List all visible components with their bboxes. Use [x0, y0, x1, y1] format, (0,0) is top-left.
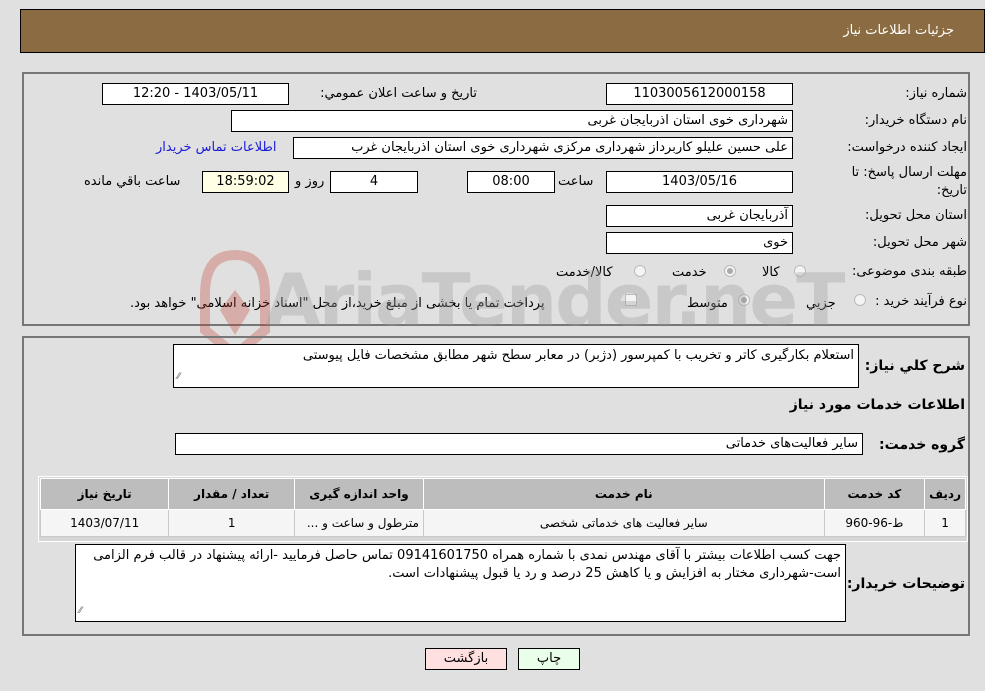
- deadline-time-field: 08:00: [467, 171, 555, 193]
- deadline-time-label: ساعت: [558, 174, 594, 189]
- cell-quantity: 1: [168, 509, 296, 537]
- category-label: طبقه بندی موضوعی:: [851, 264, 967, 279]
- announce-label: تاریخ و ساعت اعلان عمومي:: [320, 86, 477, 101]
- buyer-org-field: شهرداری خوی استان اذربایجان غربی: [231, 110, 793, 132]
- remaining-time-field: 18:59:02: [202, 171, 289, 193]
- resize-handle-icon[interactable]: ⁄⁄: [79, 602, 82, 620]
- back-button[interactable]: بازگشت: [425, 648, 507, 670]
- need-number-label: شماره نیاز:: [905, 86, 967, 101]
- buyer-notes-textarea[interactable]: جهت کسب اطلاعات بیشتر با آقای مهندس نمدی…: [75, 544, 846, 622]
- page-title: جزئیات اطلاعات نیاز: [843, 23, 954, 38]
- cell-row-number: 1: [924, 509, 966, 537]
- service-group-label: گروه خدمت:: [879, 437, 965, 453]
- days-label: روز و: [295, 174, 325, 189]
- city-label: شهر محل تحویل:: [872, 235, 967, 250]
- buyer-notes-text: جهت کسب اطلاعات بیشتر با آقای مهندس نمدی…: [93, 548, 841, 581]
- cell-unit: مترطول و ساعت و ...: [294, 509, 424, 537]
- summary-text: استعلام بکارگیری کاتر و تخریب با کمپرسور…: [302, 348, 854, 363]
- province-field: آذربایجان غربی: [606, 205, 793, 227]
- watermark-text: AriaTender.neT: [265, 258, 845, 342]
- col-row-number: رديف: [924, 478, 966, 510]
- days-remaining-field: 4: [330, 171, 418, 193]
- buyer-org-label: نام دستگاه خریدار:: [864, 113, 967, 128]
- creator-label: ایجاد کننده درخواست:: [847, 140, 967, 155]
- services-heading: اطلاعات خدمات مورد نياز: [789, 397, 965, 413]
- services-table: رديف کد خدمت نام خدمت واحد اندازه گیری ت…: [39, 478, 966, 537]
- announce-field: 1403/05/11 - 12:20: [102, 83, 289, 105]
- col-service-code: کد خدمت: [823, 478, 926, 510]
- deadline-label: مهلت ارسال پاسخ: تا: [851, 165, 967, 180]
- resize-handle-icon[interactable]: ⁄⁄: [177, 368, 180, 386]
- remaining-label: ساعت باقي مانده: [84, 174, 181, 189]
- table-row: 1 ط-96-960 سایر فعالیت های خدماتی شخصی م…: [39, 509, 966, 537]
- cell-service-name: سایر فعالیت های خدماتی شخصی: [422, 509, 825, 537]
- creator-field: علی حسین علیلو کاربرداز شهرداری مرکزی شه…: [293, 137, 793, 159]
- process-radio-minor[interactable]: [854, 294, 866, 306]
- summary-label: شرح کلي نياز:: [864, 358, 965, 374]
- process-label: نوع فرآیند خرید :: [875, 294, 967, 309]
- col-service-name: نام خدمت: [422, 478, 825, 510]
- city-field: خوی: [606, 232, 793, 254]
- need-number-field: 1103005612000158: [606, 83, 793, 105]
- col-need-date: تاریخ نیاز: [39, 478, 170, 510]
- cell-service-code: ط-96-960: [823, 509, 926, 537]
- service-group-field: سایر فعالیت‌های خدماتی: [175, 433, 863, 455]
- table-header-row: رديف کد خدمت نام خدمت واحد اندازه گیری ت…: [39, 478, 966, 510]
- buyer-contact-link[interactable]: اطلاعات تماس خریدار: [156, 140, 276, 155]
- col-unit: واحد اندازه گیری: [294, 478, 424, 510]
- deadline-label-date: تاریخ:: [936, 183, 967, 198]
- cell-need-date: 1403/07/11: [39, 509, 170, 537]
- print-button[interactable]: چاپ: [518, 648, 580, 670]
- col-quantity: تعداد / مقدار: [168, 478, 296, 510]
- page-header: جزئیات اطلاعات نیاز: [20, 9, 985, 53]
- buyer-notes-label: توضیحات خریدار:: [846, 576, 965, 592]
- province-label: استان محل تحویل:: [865, 208, 967, 223]
- deadline-date-field: 1403/05/16: [606, 171, 793, 193]
- summary-textarea[interactable]: استعلام بکارگیری کاتر و تخریب با کمپرسور…: [173, 344, 859, 388]
